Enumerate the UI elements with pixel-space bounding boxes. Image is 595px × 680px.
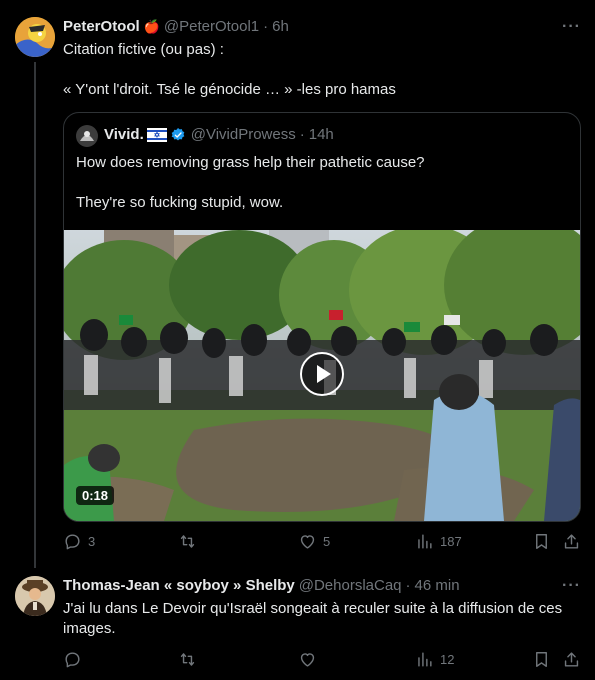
tweet-thomas-jean[interactable]: Thomas-Jean « soyboy » Shelby @DehorslaC… (0, 570, 595, 680)
author-name[interactable]: PeterOtool (63, 18, 140, 35)
views-chart-icon (418, 534, 432, 549)
tweet-text-line1: Citation fictive (ou pas) : (63, 41, 224, 58)
view-count: 12 (440, 652, 455, 667)
retweet-icon (180, 653, 195, 666)
apple-emoji: 🍎 (143, 18, 160, 34)
heart-icon (300, 653, 315, 667)
share-icon (564, 534, 579, 549)
tweet-text: J'ai lu dans Le Devoir qu'Israël songeai… (63, 600, 563, 637)
more-options-icon[interactable]: ··· (562, 18, 581, 36)
bookmark-button[interactable] (532, 650, 551, 669)
avatar-image (15, 576, 55, 616)
views-chart-icon (418, 652, 432, 667)
more-options-icon[interactable]: ··· (562, 577, 581, 595)
author-handle[interactable]: @DehorslaCaq (299, 577, 402, 594)
quote-avatar-image (76, 125, 98, 147)
author-name[interactable]: Thomas-Jean « soyboy » Shelby (63, 577, 295, 594)
author-handle[interactable]: @PeterOtool1 (164, 18, 259, 35)
retweet-button[interactable] (178, 532, 203, 551)
separator: · (263, 18, 269, 35)
verified-badge-icon[interactable] (170, 127, 186, 143)
like-count: 5 (323, 534, 331, 549)
avatar[interactable] (15, 17, 55, 57)
thread-line (34, 62, 36, 568)
tweet-peterotool[interactable]: PeterOtool 🍎 @PeterOtool1 · 6h ··· Citat… (0, 0, 595, 570)
bookmark-icon (536, 652, 547, 667)
reply-icon (65, 652, 80, 668)
reply-button[interactable]: 3 (63, 532, 95, 551)
play-button[interactable] (300, 352, 344, 396)
retweet-button[interactable] (178, 650, 203, 669)
tweet-actions: 3 5 187 (63, 532, 583, 554)
tweet-actions: 12 (63, 650, 583, 672)
heart-icon (300, 535, 315, 549)
reply-button[interactable] (63, 650, 88, 669)
share-button[interactable] (562, 650, 581, 669)
bookmark-button[interactable] (532, 532, 551, 551)
play-icon (317, 365, 331, 383)
israel-flag-icon (146, 127, 167, 142)
tweet-header: Thomas-Jean « soyboy » Shelby @DehorslaC… (63, 577, 460, 594)
reply-icon (65, 534, 80, 550)
tweet-text-line2: « Y'ont l'droit. Tsé le génocide … » -le… (63, 81, 396, 98)
timestamp[interactable]: 6h (272, 18, 289, 35)
quote-timestamp[interactable]: 14h (309, 126, 334, 143)
share-icon (564, 652, 579, 667)
tweet-header: PeterOtool 🍎 @PeterOtool1 · 6h (63, 18, 289, 35)
avatar-image (15, 17, 55, 57)
quote-text-line2: They're so fucking stupid, wow. (76, 194, 284, 211)
bookmark-icon (536, 534, 547, 549)
quoted-tweet[interactable]: Vivid. @VividProwess · 14h How does remo… (63, 112, 581, 522)
quote-text-line1: How does removing grass help their pathe… (76, 154, 425, 171)
share-button[interactable] (562, 532, 581, 551)
view-count: 187 (440, 534, 462, 549)
quote-author-handle[interactable]: @VividProwess (191, 126, 296, 143)
like-button[interactable]: 5 (298, 532, 330, 551)
timestamp[interactable]: 46 min (415, 577, 460, 594)
reply-count: 3 (88, 534, 96, 549)
avatar[interactable] (15, 576, 55, 616)
separator: · (405, 577, 411, 594)
quote-header: Vivid. @VividProwess · 14h (104, 126, 334, 143)
separator: · (299, 126, 305, 143)
quote-avatar[interactable] (76, 125, 98, 147)
video-player[interactable]: 0:18 (64, 230, 580, 521)
views-button[interactable]: 187 (415, 532, 462, 551)
views-button[interactable]: 12 (415, 650, 454, 669)
video-duration: 0:18 (76, 486, 115, 505)
quote-author-name[interactable]: Vivid. (104, 126, 144, 143)
retweet-icon (180, 535, 195, 548)
like-button[interactable] (298, 650, 323, 669)
